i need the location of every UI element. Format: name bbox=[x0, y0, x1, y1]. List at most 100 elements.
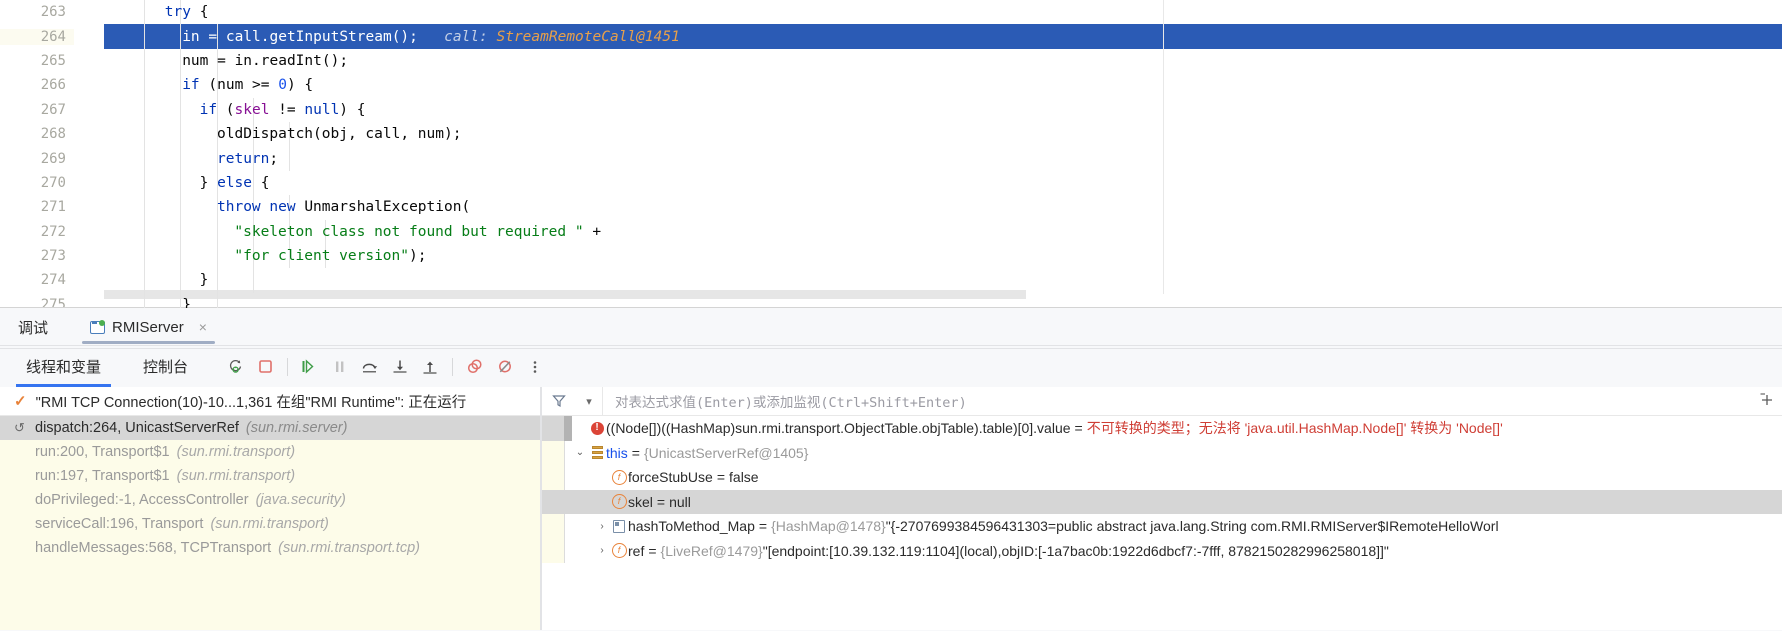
thread-selector[interactable]: ✓ "RMI TCP Connection(10)-10...1,361 在组"… bbox=[0, 387, 540, 416]
variables-pane: ▾ 对表达式求值(Enter)或添加监视(Ctrl+Shift+Enter) !… bbox=[542, 387, 1782, 630]
code-editor[interactable]: 263 try {264 in = call.getInputStream(); c… bbox=[0, 0, 1782, 308]
code-text: if (num >= 0) { bbox=[104, 77, 313, 93]
frame-method: run:200, Transport$1 bbox=[35, 444, 170, 460]
inlay-hint-value[interactable]: StreamRemoteCall@1451 bbox=[496, 29, 679, 45]
frame-method: serviceCall:196, Transport bbox=[35, 516, 204, 532]
variable-row[interactable]: ⌄ this = {UnicastServerRef@1405} bbox=[542, 441, 1782, 466]
line-number: 267 bbox=[40, 101, 66, 118]
indent-guide bbox=[289, 146, 290, 171]
frame-package: (sun.rmi.server) bbox=[245, 420, 348, 436]
frame-row[interactable]: serviceCall:196, Transport (sun.rmi.tran… bbox=[0, 512, 540, 536]
code-line-273[interactable]: 273 "for client version"); bbox=[0, 243, 1782, 269]
filter-icon[interactable] bbox=[542, 394, 576, 408]
code-line-269[interactable]: 269 return; bbox=[0, 146, 1782, 171]
code-token: throw bbox=[217, 199, 261, 216]
code-line-264[interactable]: 264 in = call.getInputStream(); call: Str… bbox=[0, 24, 1782, 49]
code-line-267[interactable]: 267 if (skel != null) { bbox=[0, 97, 1782, 122]
variable-row[interactable]: › f ref = {LiveRef@1479} "[endpoint:[10.39.… bbox=[542, 539, 1782, 564]
frame-row[interactable]: run:197, Transport$1 (sun.rmi.transport) bbox=[0, 464, 540, 488]
line-number: 268 bbox=[40, 126, 66, 143]
debug-toolbar: 线程和变量 控制台 bbox=[0, 346, 1782, 387]
code-text: throw new UnmarshalException( bbox=[104, 199, 470, 215]
stop-icon[interactable] bbox=[250, 352, 280, 382]
indent-guide bbox=[216, 292, 218, 308]
code-token: { bbox=[199, 4, 209, 21]
close-icon[interactable]: × bbox=[199, 319, 207, 335]
variable-name: this bbox=[606, 444, 628, 461]
expand-arrow-icon[interactable]: ⌄ bbox=[572, 447, 588, 458]
code-token: ); bbox=[409, 248, 427, 265]
variable-name: hashToMethod_Map bbox=[628, 518, 755, 535]
line-number: 272 bbox=[40, 223, 66, 240]
variable-row[interactable]: › hashToMethod_Map = {HashMap@1478} "{-270… bbox=[542, 514, 1782, 539]
tab-active-underline bbox=[82, 341, 215, 344]
code-line-270[interactable]: 270} else { bbox=[0, 170, 1782, 196]
frame-row[interactable]: run:200, Transport$1 (sun.rmi.transport) bbox=[0, 440, 540, 464]
variables-tree[interactable]: ! ((Node[])((HashMap)sun.rmi.transport.O… bbox=[542, 416, 1782, 563]
chevron-down-icon[interactable]: ▾ bbox=[576, 395, 602, 408]
field-icon: f bbox=[610, 543, 628, 559]
step-into-icon[interactable] bbox=[385, 352, 415, 382]
expand-arrow-icon[interactable]: › bbox=[594, 545, 610, 556]
frame-row[interactable]: doPrivileged:-1, AccessController (java.… bbox=[0, 488, 540, 512]
code-text: return; bbox=[104, 151, 278, 167]
indent-guide bbox=[252, 268, 254, 293]
frame-package: (sun.rmi.transport) bbox=[176, 444, 296, 460]
variable-equals: = bbox=[758, 518, 768, 535]
line-number: 270 bbox=[40, 174, 66, 191]
tab-rmiserver[interactable]: RMIServer × bbox=[82, 308, 215, 346]
code-token: else bbox=[217, 174, 252, 191]
frames-pane: ✓ "RMI TCP Connection(10)-10...1,361 在组"… bbox=[0, 387, 540, 630]
code-line-263[interactable]: 263 try { bbox=[0, 0, 1782, 25]
code-token: "for client version" bbox=[234, 248, 409, 265]
code-line-265[interactable]: 265 num = in.readInt(); bbox=[0, 48, 1782, 74]
variable-row[interactable]: f forceStubUse = false bbox=[542, 465, 1782, 490]
variable-name: skel bbox=[628, 493, 653, 510]
frame-method: run:197, Transport$1 bbox=[35, 468, 170, 484]
step-over-icon[interactable] bbox=[355, 352, 385, 382]
code-token: if bbox=[199, 101, 218, 118]
editor-horizontal-scrollbar[interactable] bbox=[104, 290, 1026, 299]
frame-method: dispatch:264, UnicastServerRef bbox=[35, 420, 239, 436]
frame-row[interactable]: ↺ dispatch:264, UnicastServerRef (sun.rmi… bbox=[0, 416, 540, 440]
toolbar-divider-2 bbox=[452, 357, 454, 376]
frame-row[interactable]: handleMessages:568, TCPTransport (sun.rm… bbox=[0, 536, 540, 560]
code-line-266[interactable]: 266 if (num >= 0) { bbox=[0, 73, 1782, 98]
frame-restore-icon: ↺ bbox=[14, 420, 25, 435]
tab-console[interactable]: 控制台 bbox=[133, 346, 198, 387]
debug-split: ✓ "RMI TCP Connection(10)-10...1,361 在组"… bbox=[0, 387, 1782, 630]
inlay-hint-label[interactable]: call: bbox=[444, 29, 488, 45]
run-config-icon bbox=[90, 319, 106, 334]
variable-equals: = bbox=[648, 542, 657, 559]
variable-row[interactable]: f skel = null bbox=[542, 489, 1782, 514]
frame-package: (java.security) bbox=[255, 492, 346, 508]
code-token: ( bbox=[217, 101, 235, 118]
code-line-271[interactable]: 271 throw new UnmarshalException( bbox=[0, 195, 1782, 220]
step-out-icon[interactable] bbox=[415, 352, 445, 382]
code-token: } bbox=[182, 296, 191, 308]
view-breakpoints-icon[interactable] bbox=[460, 352, 490, 382]
variable-value: "[endpoint:[10.39.132.119:1104](local),o… bbox=[762, 542, 1389, 559]
code-line-272[interactable]: 272 "skeleton class not found but require… bbox=[0, 219, 1782, 244]
code-token: if bbox=[182, 77, 200, 94]
pause-program-icon[interactable] bbox=[325, 352, 355, 382]
frames-list[interactable]: ↺ dispatch:264, UnicastServerRef (sun.rmi… bbox=[0, 416, 540, 560]
mute-breakpoints-icon[interactable] bbox=[490, 352, 520, 382]
indent-guide bbox=[216, 268, 218, 293]
expand-arrow-icon[interactable]: › bbox=[594, 521, 610, 532]
evaluate-input[interactable]: 对表达式求值(Enter)或添加监视(Ctrl+Shift+Enter) bbox=[603, 391, 1782, 411]
line-number: 264 bbox=[0, 28, 74, 45]
rerun-debug-icon[interactable] bbox=[220, 352, 250, 382]
add-watch-icon[interactable] bbox=[1759, 392, 1775, 408]
code-line-268[interactable]: 268 oldDispatch(obj, call, num); bbox=[0, 121, 1782, 147]
tab-threads-and-variables[interactable]: 线程和变量 bbox=[16, 346, 112, 387]
toolbar-divider bbox=[287, 357, 289, 376]
more-options-icon[interactable] bbox=[520, 352, 550, 382]
debug-window-title: 调试 bbox=[18, 319, 49, 337]
frame-method: handleMessages:568, TCPTransport bbox=[35, 540, 272, 556]
code-token: skel bbox=[234, 101, 270, 118]
variable-name: ref bbox=[628, 542, 645, 559]
variable-row[interactable]: ! ((Node[])((HashMap)sun.rmi.transport.O… bbox=[542, 416, 1782, 441]
resume-program-icon[interactable] bbox=[295, 352, 325, 382]
code-token: { bbox=[251, 174, 270, 191]
